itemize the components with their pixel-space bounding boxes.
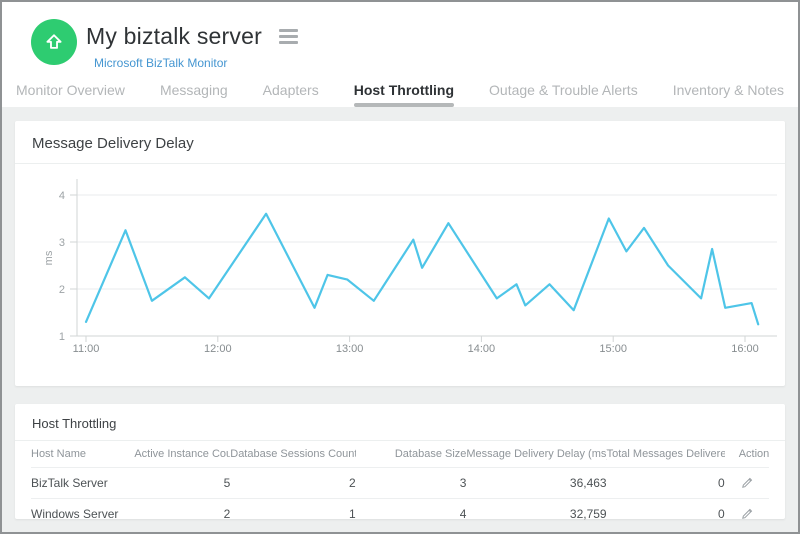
page-title: My biztalk server [86,23,262,50]
cell-host-name: Windows Server [31,499,134,530]
cell-active-instance-count: 5 [134,468,230,499]
avatar [31,19,77,65]
cell-action [725,468,769,499]
cell-database-size: 4 [356,499,467,530]
svg-text:ms: ms [43,250,55,265]
up-arrow-icon [43,31,65,53]
svg-text:3: 3 [59,237,65,249]
svg-text:15:00: 15:00 [599,343,627,355]
column-header-active-instance-count: Active Instance Count [134,441,230,468]
svg-text:14:00: 14:00 [468,343,496,355]
edit-button[interactable] [739,505,756,522]
chart-area: 1 2 3 4 ms 11:00 12:00 13:00 14:00 15:00 16:00 [15,164,785,383]
tab-inventory-notes[interactable]: Inventory & Notes [673,82,784,107]
edit-pencil-icon [741,507,754,520]
column-header-database-size: Database Size [356,441,467,468]
cell-database-sessions-count: 2 [230,468,355,499]
column-header-action: Action [725,441,769,468]
tab-host-throttling[interactable]: Host Throttling [354,82,454,107]
column-header-total-messages-delivered: Total Messages Delivered [607,441,725,468]
column-header-message-delivery-delay-ms: Message Delivery Delay (ms) [466,441,606,468]
cell-database-size: 3 [356,468,467,499]
table-panel-title: Host Throttling [15,404,785,441]
svg-text:13:00: 13:00 [336,343,364,355]
svg-text:11:00: 11:00 [73,343,100,355]
table-header-row: Host NameActive Instance CountDatabase S… [31,441,769,468]
column-header-host-name: Host Name [31,441,134,468]
edit-pencil-icon [741,476,754,489]
chart-panel-title: Message Delivery Delay [15,121,785,164]
delay-line-series [86,214,758,324]
table-row-biztalk-server: BizTalk Server52336,4630 [31,468,769,499]
tab-adapters[interactable]: Adapters [263,82,319,107]
svg-text:2: 2 [59,284,65,296]
cell-message-delivery-delay-ms: 36,463 [466,468,606,499]
cell-database-sessions-count: 1 [230,499,355,530]
header: My biztalk server Microsoft BizTalk Moni… [2,2,798,107]
host-throttling-panel: Host Throttling Host NameActive Instance… [15,404,785,519]
cell-active-instance-count: 2 [134,499,230,530]
edit-button[interactable] [739,474,756,491]
svg-text:12:00: 12:00 [204,343,232,355]
main-content: Message Delivery Delay 1234ms11:0012:001… [2,107,798,532]
host-throttling-table: Host NameActive Instance CountDatabase S… [31,441,769,529]
message-delivery-delay-chart: 1 2 3 4 ms 11:00 12:00 13:00 14:00 15:00 16:00 [15,166,785,378]
cell-total-messages-delivered: 0 [607,468,725,499]
message-delivery-delay-panel: Message Delivery Delay 1234ms11:0012:001… [15,121,785,386]
column-header-database-sessions-count: Database Sessions Count [230,441,355,468]
cell-message-delivery-delay-ms: 32,759 [466,499,606,530]
tab-messaging[interactable]: Messaging [160,82,228,107]
hamburger-menu-icon[interactable] [277,27,300,46]
cell-total-messages-delivered: 0 [607,499,725,530]
tab-outage-trouble-alerts[interactable]: Outage & Trouble Alerts [489,82,638,107]
tab-monitor-overview[interactable]: Monitor Overview [16,82,125,107]
monitor-type-link[interactable]: Microsoft BizTalk Monitor [94,56,227,70]
svg-text:1: 1 [59,331,65,343]
cell-action [725,499,769,530]
active-tab-underline [354,103,454,107]
app-window: My biztalk server Microsoft BizTalk Moni… [0,0,800,534]
svg-text:16:00: 16:00 [731,343,759,355]
tab-bar: Monitor Overview Messaging Adapters Host Th… [16,82,784,107]
svg-text:4: 4 [59,190,65,202]
table-row-windows-server: Windows Server21432,7590 [31,499,769,530]
cell-host-name: BizTalk Server [31,468,134,499]
